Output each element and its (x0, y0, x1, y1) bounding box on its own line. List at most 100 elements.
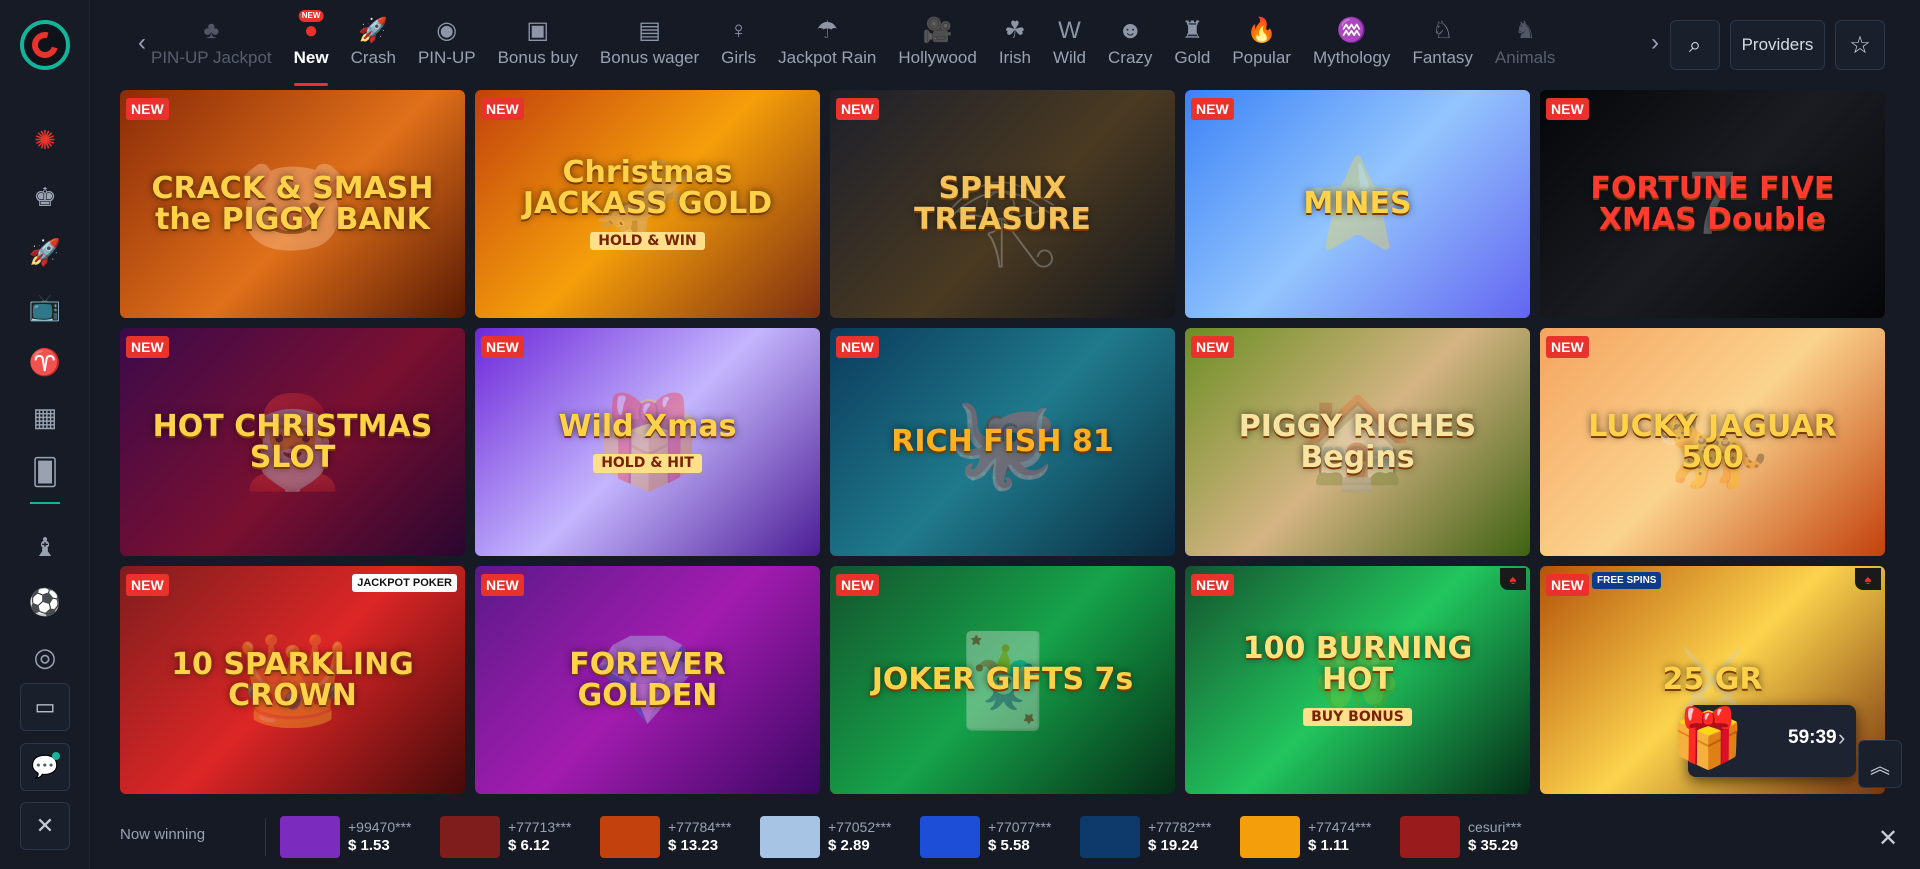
game-tile[interactable]: NEW 🏠 PIGGY RICHES Begins (1185, 328, 1530, 556)
winner-item[interactable]: +77474*** $ 1.11 (1240, 814, 1371, 860)
category-label: Crash (350, 48, 396, 67)
game-title-text: HOT CHRISTMAS SLOT (152, 408, 433, 475)
category-icon: ☻ (1117, 17, 1143, 44)
tab-hollywood[interactable]: 🎥 Hollywood (887, 0, 987, 86)
winner-item[interactable]: +77052*** $ 2.89 (760, 814, 891, 860)
game-title-text: FOREVER GOLDEN (569, 646, 726, 713)
chat-icon[interactable]: 💬 (20, 743, 70, 791)
casino-chip-icon[interactable]: ✺ (23, 118, 67, 162)
game-tile[interactable]: NEW 🎁 Wild Xmas HOLD & HIT (475, 328, 820, 556)
category-icon: ♞ (1514, 17, 1536, 44)
close-icon[interactable]: ✕ (1870, 820, 1906, 856)
new-badge: NEW (481, 98, 524, 120)
game-tile[interactable]: NEW 🫏 Christmas JACKASS GOLD HOLD & WIN (475, 90, 820, 318)
category-label: Animals (1494, 48, 1556, 67)
new-badge: NEW (298, 10, 324, 22)
game-title-text: MINES (1303, 186, 1412, 222)
winner-item[interactable]: +77077*** $ 5.58 (920, 814, 1051, 860)
game-title: Christmas JACKASS GOLD HOLD & WIN (475, 157, 820, 252)
game-tile[interactable]: NEW 💎 FOREVER GOLDEN (475, 566, 820, 794)
game-title-text: 10 SPARKLING CROWN (171, 646, 414, 713)
winner-user: +77782*** (1148, 819, 1212, 835)
game-tile[interactable]: NEW 🐷 CRACK & SMASH the PIGGY BANK (120, 90, 465, 318)
tab-wild[interactable]: W Wild (1042, 0, 1097, 86)
game-tile[interactable]: NEW 🍀 100 BURNING HOT BUY BONUS ♠ (1185, 566, 1530, 794)
tab-bonus-buy[interactable]: ▣ Bonus buy (487, 0, 589, 86)
winner-item[interactable]: +77713*** $ 6.12 (440, 814, 571, 860)
pin-up-logo[interactable] (20, 20, 70, 70)
rocket-icon[interactable]: 🚀 (23, 230, 67, 274)
category-label: Mythology (1312, 48, 1391, 67)
tab-popular[interactable]: 🔥 Popular (1221, 0, 1302, 86)
game-title: PIGGY RICHES Begins (1185, 410, 1530, 474)
game-title-text: 100 BURNING HOT (1242, 630, 1473, 698)
tab-pin-up-jackpot[interactable]: ♣ PIN-UP Jackpot (140, 0, 283, 86)
winner-item[interactable]: +77782*** $ 19.24 (1080, 814, 1211, 860)
game-tile[interactable]: NEW 🎅 HOT CHRISTMAS SLOT (120, 328, 465, 556)
winner-item[interactable]: +77784*** $ 13.23 (600, 814, 731, 860)
tab-jackpot-rain[interactable]: ☂ Jackpot Rain (767, 0, 887, 86)
category-label: New (293, 48, 329, 67)
winner-item[interactable]: cesuri*** $ 35.29 (1400, 814, 1522, 860)
game-tile[interactable]: NEW 🐆 LUCKY JAGUAR 500 (1540, 328, 1885, 556)
winner-user: +77474*** (1308, 819, 1372, 835)
category-label: Girls (721, 48, 757, 67)
tab-pin-up[interactable]: ◉ PIN-UP (407, 0, 487, 86)
tab-fantasy[interactable]: ♘ Fantasy (1401, 0, 1483, 86)
game-title: JOKER GIFTS 7s (852, 664, 1153, 696)
tab-irish[interactable]: ☘ Irish (988, 0, 1042, 86)
esports-icon[interactable]: ♝ (23, 525, 67, 569)
bonus-timer[interactable]: 🎁 59:39 › (1672, 705, 1856, 777)
tab-mythology[interactable]: ♒ Mythology (1302, 0, 1401, 86)
search-icon: ⌕ (1688, 32, 1702, 57)
winner-user: +77052*** (828, 819, 892, 835)
game-tile[interactable]: NEW 7 FORTUNE FIVE XMAS Double (1540, 90, 1885, 318)
cards-icon[interactable]: 🂠 (23, 450, 67, 494)
game-tile[interactable]: NEW 🃏 JOKER GIFTS 7s (830, 566, 1175, 794)
game-tile[interactable]: NEW 🐙 RICH FISH 81 (830, 328, 1175, 556)
target-icon[interactable]: ◎ (23, 635, 67, 679)
bingo-icon[interactable]: ▦ (23, 395, 67, 439)
winner-user: +77077*** (988, 819, 1052, 835)
poker-suit-icon: ♠ (1500, 568, 1526, 590)
new-badge: NEW (1546, 98, 1589, 120)
free-spins-tag: FREE SPINS (1592, 572, 1662, 589)
winner-item[interactable]: +99470*** $ 1.53 (280, 814, 411, 860)
category-label: Bonus buy (497, 48, 578, 67)
game-tile[interactable]: NEW ⭐ MINES (1185, 90, 1530, 318)
category-list: ♣ PIN-UP Jackpot ● NEW New 🚀 Crash ◉ PIN-UP ▣ Bonu… (140, 0, 1640, 86)
game-subtitle: HOLD & WIN (590, 231, 705, 251)
favorites-button[interactable]: ☆ (1835, 20, 1885, 70)
sidebar-divider (30, 502, 60, 504)
category-bar: ‹ ♣ PIN-UP Jackpot ● NEW New 🚀 Crash ◉ PIN-UP ▣ Bo… (90, 0, 1920, 86)
game-tile[interactable]: NEW 𓂀 SPHINX TREASURE (830, 90, 1175, 318)
scroll-right-chevron-icon[interactable]: › (1643, 28, 1667, 58)
search-button[interactable]: ⌕ (1670, 20, 1720, 70)
soccer-ball-icon[interactable]: ⚽ (23, 580, 67, 624)
tab-crash[interactable]: 🚀 Crash (340, 0, 407, 86)
category-icon: ♜ (1181, 17, 1204, 44)
tv-games-icon[interactable]: 📺 (23, 285, 67, 329)
tab-crazy[interactable]: ☻ Crazy (1097, 0, 1163, 86)
winner-amount: $ 13.23 (668, 837, 719, 854)
game-title: 100 BURNING HOT BUY BONUS (1185, 633, 1530, 728)
providers-button[interactable]: Providers (1730, 20, 1825, 70)
winner-amount: $ 19.24 (1148, 837, 1199, 854)
winners-bar: Now winning +99470*** $ 1.53 +77713*** $ 6.… (90, 806, 1920, 869)
category-label: Wild (1052, 48, 1087, 67)
tab-bonus-wager[interactable]: ▤ Bonus wager (589, 0, 710, 86)
scroll-to-top-button[interactable]: ︽ (1858, 740, 1902, 788)
aviator-icon[interactable]: ♈ (23, 340, 67, 384)
tab-new[interactable]: ● NEW New (283, 0, 340, 86)
category-icon: ☂ (816, 17, 838, 44)
tab-girls[interactable]: ♀ Girls (710, 0, 767, 86)
winner-info: +77052*** $ 2.89 (828, 818, 891, 856)
game-tile[interactable]: NEW 👑 10 SPARKLING CROWN JACKPOT POKER (120, 566, 465, 794)
uk-flag-icon[interactable]: ✕ (20, 802, 70, 850)
winner-info: +77474*** $ 1.11 (1308, 818, 1371, 856)
tab-gold[interactable]: ♜ Gold (1163, 0, 1221, 86)
category-icon: ☘ (1004, 17, 1026, 44)
live-dealer-icon[interactable]: ♚ (23, 175, 67, 219)
id-card-icon[interactable]: ▭ (20, 683, 70, 731)
tab-animals[interactable]: ♞ Animals (1484, 0, 1566, 86)
